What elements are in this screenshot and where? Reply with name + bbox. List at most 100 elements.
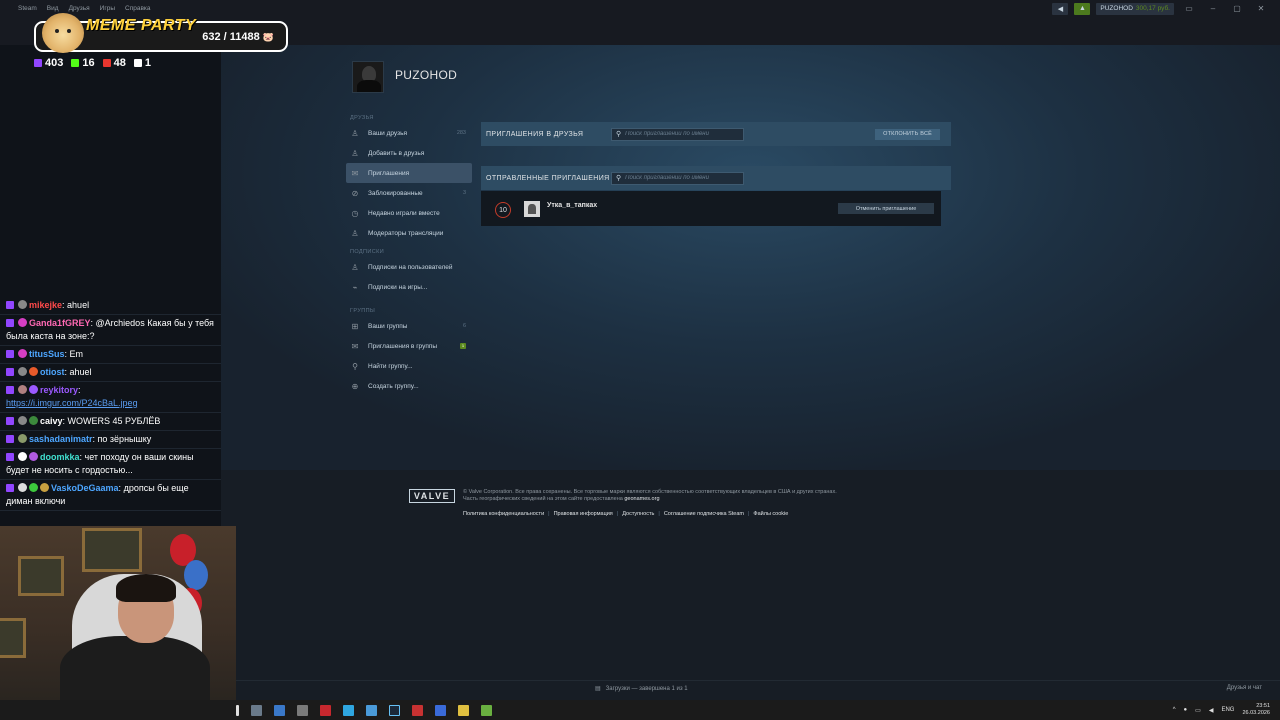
cookies-link[interactable]: Файлы cookie [753,511,788,517]
badge-icon [18,349,27,358]
valve-logo[interactable]: VALVE [409,489,455,503]
badge-icon [18,416,27,425]
close-icon[interactable]: ✕ [1252,4,1270,13]
friend-name[interactable]: Утка_в_тапках [547,202,597,209]
menu-friends[interactable]: Друзья [64,5,95,12]
sidebar-item-group-invites[interactable]: ✉ Приглашения в группы 1 [346,336,472,356]
streamer-body [60,636,210,700]
person-icon: ♙ [351,128,359,138]
chat-message: caivy: WOWERS 45 РУБЛЁВ [0,413,221,431]
twitch-icon [6,417,14,425]
webcam-feed [0,526,236,700]
app-icon[interactable] [458,704,469,716]
start-icon[interactable] [236,704,239,716]
clock[interactable]: 23:51 26.03.2026 [1242,703,1270,717]
twitch-icon [6,350,14,358]
sidebar-item-blocked[interactable]: ⊘ Заблокированные 3 [346,183,472,203]
sidebar-item-followed-users[interactable]: ♙ Подписки на пользователей [346,257,472,277]
sent-invite-row: 10 Утка_в_тапках Отменить приглашение [481,191,941,226]
clock-icon: ◷ [351,208,359,218]
sent-invites-title: ОТПРАВЛЕННЫЕ ПРИГЛАШЕНИЯ [486,174,610,182]
friend-avatar[interactable] [524,201,540,217]
menu-steam[interactable]: Steam [0,5,42,12]
notification-bell-icon[interactable]: ▲ [1074,2,1091,15]
friends-count: 283 [456,130,466,136]
minimize-icon[interactable]: – [1204,4,1222,13]
legal-link[interactable]: Правовая информация [554,511,613,517]
clock-time: 23:51 [1256,703,1270,709]
friends-chat-button[interactable]: Друзья и чат [1227,685,1262,691]
ssa-link[interactable]: Соглашение подписчика Steam [664,511,744,517]
app-icon[interactable] [481,704,492,716]
stat-value: 1 [144,57,151,69]
explorer-icon[interactable] [274,704,285,716]
sidebar-item-add-friend[interactable]: ♙ Добавить в друзья [346,143,472,163]
chat-username: doomkka [40,452,80,462]
cancel-invite-button[interactable]: Отменить приглашение [838,203,934,214]
app-icon[interactable] [251,704,262,716]
telegram-icon[interactable] [343,704,354,716]
chat-message: titusSus: Em [0,346,221,364]
badge-icon [18,367,27,376]
app-icon[interactable] [297,704,308,716]
sidebar-item-create-group[interactable]: ⊕ Создать группу... [346,376,472,396]
profile-username[interactable]: PUZOHOD [395,68,457,82]
sidebar-item-invites[interactable]: ✉ Приглашения [346,163,472,183]
app-icon[interactable] [412,704,423,716]
pig-icon: 🐷 [262,32,274,42]
blocked-count: 3 [462,190,466,196]
geonames-link[interactable]: geonames.org [624,496,659,502]
app-icon[interactable] [366,704,377,716]
friends-sidebar: ДРУЗЬЯ ♙ Ваши друзья 283 ♙ Добавить в др… [346,115,472,396]
sidebar-item-label: Создать группу... [368,382,419,390]
sidebar-item-your-groups[interactable]: ⊞ Ваши группы 6 [346,316,472,336]
account-name: PUZOHOD [1100,5,1133,12]
sidebar-item-followed-games[interactable]: ⌁ Подписки на игры... [346,277,472,297]
accessibility-link[interactable]: Доступность [622,511,654,517]
copyright-text: © Valve Corporation. Все права сохранены… [463,489,893,503]
chat-username: otiost [40,367,65,377]
downloads-icon: ▤ [595,686,601,692]
app-icon[interactable] [435,704,446,716]
microphone-icon[interactable]: ● [1184,707,1188,713]
copyright-line-1: © Valve Corporation. Все права сохранены… [463,489,837,495]
monitor-icon[interactable]: ▭ [1180,4,1198,13]
chat-message: Ganda1fGREY: @Archiedos Какая бы у тебя … [0,315,221,346]
kick-viewers-stat: 16 [71,57,95,69]
menu-view[interactable]: Вид [42,5,64,12]
sidebar-item-label: Заблокированные [368,189,423,197]
sent-search-input[interactable] [625,175,744,181]
badge-icon [18,483,27,492]
chat-username: Ganda1fGREY [29,318,91,328]
menu-games[interactable]: Игры [95,5,120,12]
app-icon[interactable] [320,704,331,716]
sidebar-item-recently-played[interactable]: ◷ Недавно играли вместе [346,203,472,223]
sidebar-item-your-friends[interactable]: ♙ Ваши друзья 283 [346,123,472,143]
privacy-link[interactable]: Политика конфиденциальности [463,511,544,517]
add-person-icon: ♙ [351,148,359,158]
downloads-status[interactable]: ▤ Загрузки — завершена 1 из 1 [595,685,688,693]
stream-stats: 403 16 48 1 [34,57,151,69]
network-icon[interactable]: ▭ [1195,707,1201,714]
chat-username: titusSus [29,349,65,359]
broadcast-icon[interactable]: ◀ [1052,2,1069,15]
badge-icon [40,483,49,492]
clock-date: 26.03.2026 [1242,710,1270,716]
maximize-icon[interactable]: ▢ [1228,4,1246,13]
menu-help[interactable]: Справка [120,5,156,12]
sidebar-item-find-group[interactable]: ⚲ Найти группу... [346,356,472,376]
groups-count: 6 [462,323,466,329]
steam-icon[interactable] [389,704,400,716]
invites-search-input[interactable] [625,131,744,137]
language-indicator[interactable]: ENG [1221,707,1234,713]
account-menu[interactable]: PUZOHOD 300,17 руб. [1096,2,1174,15]
chat-link[interactable]: https://i.imgur.com/P24cBaL.jpeg [6,398,138,408]
profile-avatar[interactable] [352,61,384,93]
stream-chat: mikejke: ahuel Ganda1fGREY: @Archiedos К… [0,297,221,511]
tray-chevron-icon[interactable]: ^ [1173,707,1176,713]
reject-all-button[interactable]: ОТКЛОНИТЬ ВСЁ [875,128,940,140]
gamepad-icon: ⌁ [352,282,358,292]
sidebar-item-broadcast-moderators[interactable]: ♙ Модераторы трансляции [346,223,472,243]
volume-icon[interactable]: ◀ [1209,707,1214,714]
sidebar-item-label: Ваши группы [368,322,408,330]
